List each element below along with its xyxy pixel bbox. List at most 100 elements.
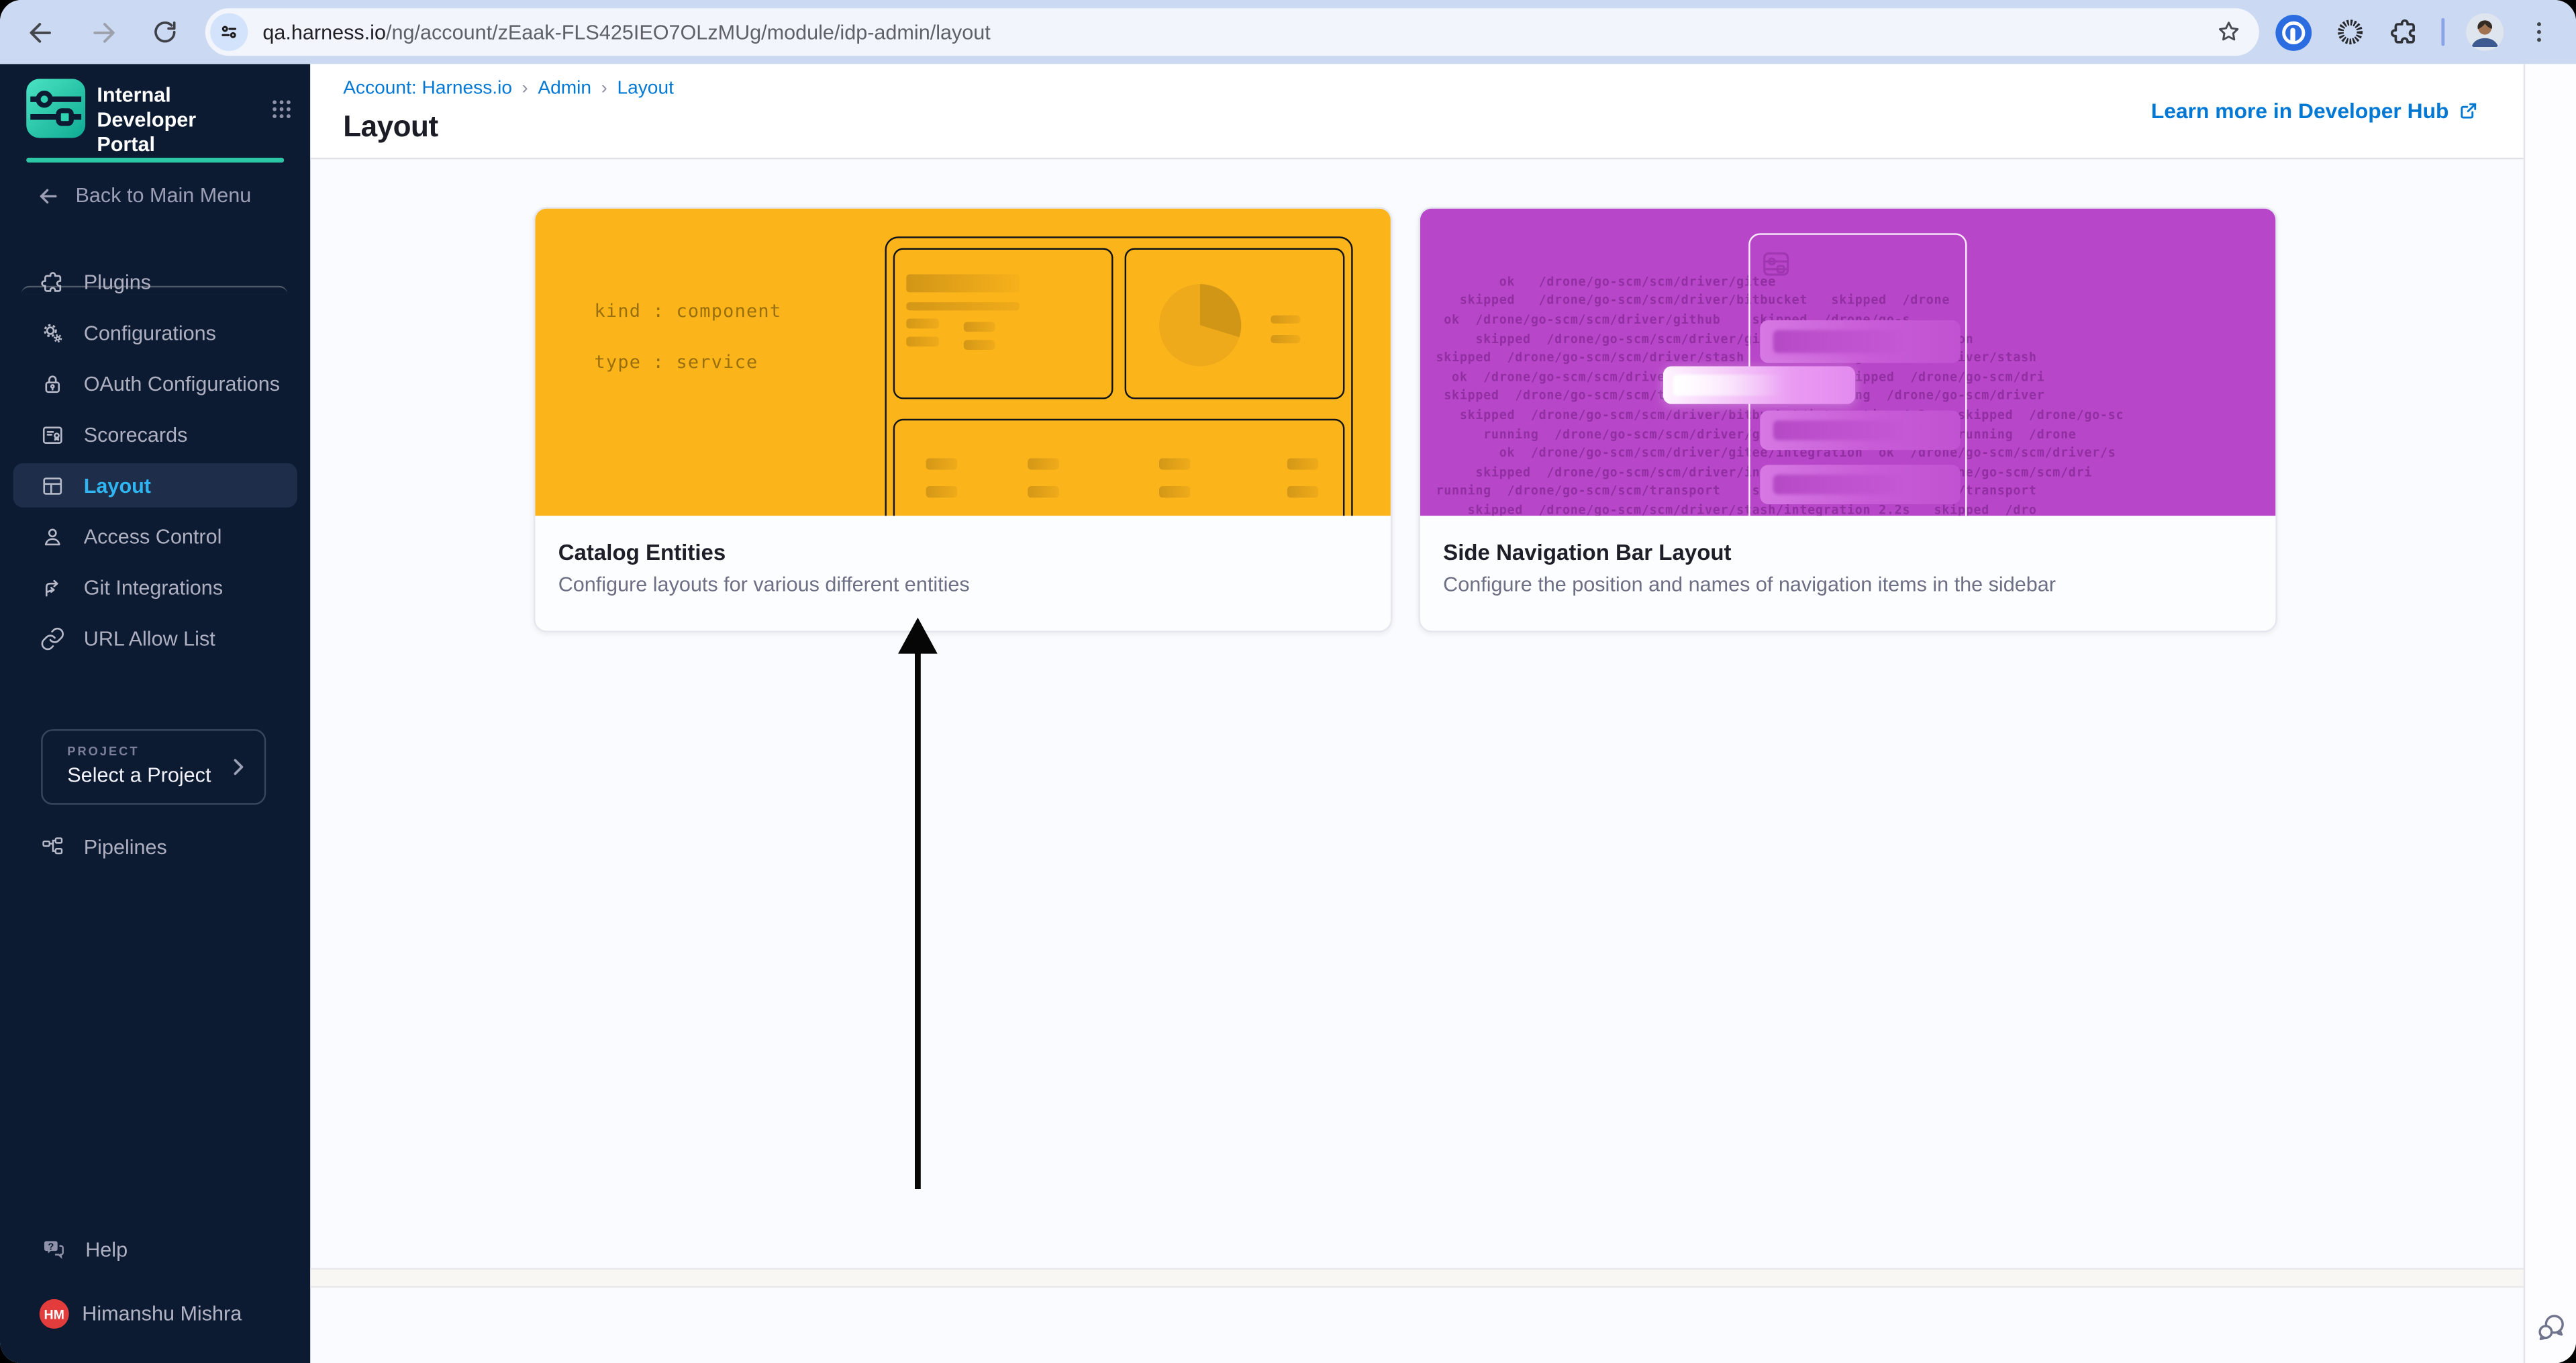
card-title: Side Navigation Bar Layout [1443, 540, 1732, 565]
mock-nav-item [1760, 465, 1961, 504]
yaml-line: type : service [594, 351, 758, 373]
breadcrumb-account[interactable]: Account: Harness.io [343, 79, 512, 98]
ghost-logo-icon [1763, 252, 1789, 276]
back-arrow-icon [40, 188, 57, 203]
sidebar-item-label: Access Control [83, 524, 222, 548]
learn-more-label: Learn more in Developer Hub [2150, 98, 2449, 124]
screen: qa.harness.io/ng/account/zEaak-FLS425IEO… [0, 0, 2576, 1363]
catalog-entities-card[interactable]: kind : component type : service Catalog … [533, 207, 1393, 632]
sidebar-nav: Plugins Configurations OAuth Configurati… [0, 256, 310, 664]
right-rail [2522, 64, 2576, 1363]
extensions-puzzle-icon[interactable] [2388, 16, 2419, 47]
sidebar-item-label: Scorecards [83, 422, 188, 446]
browser-toolbar: qa.harness.io/ng/account/zEaak-FLS425IEO… [0, 0, 2576, 64]
sidebar-item-help[interactable]: ? Help [0, 1223, 310, 1274]
password-manager-icon[interactable] [2275, 13, 2311, 50]
sidebar-item-oauth-configurations[interactable]: OAuth Configurations [0, 358, 310, 409]
chat-help-icon[interactable] [2534, 1311, 2569, 1345]
yaml-line: kind : component [594, 300, 782, 322]
browser-profile-avatar[interactable] [2466, 13, 2504, 51]
browser-menu-icon[interactable] [2525, 18, 2553, 46]
annotation-arrow-up [898, 617, 938, 1190]
sidebar-item-label: Pipelines [83, 835, 167, 859]
app-root: Internal Developer Portal Back to Main M… [0, 64, 2576, 1363]
sidebar: Internal Developer Portal Back to Main M… [0, 64, 311, 1363]
browser-extensions-area [2275, 13, 2559, 51]
sidebar-item-label: OAuth Configurations [83, 372, 281, 395]
mock-nav-item [1760, 410, 1961, 451]
breadcrumb-layout[interactable]: Layout [617, 79, 673, 98]
lock-icon [40, 371, 66, 397]
card-description: Configure layouts for various different … [558, 573, 970, 596]
git-branch-icon [40, 574, 66, 600]
side-nav-layout-card[interactable]: ok /drone/go-scm/scm/driver/gitee skippe… [1418, 207, 2277, 632]
reload-icon[interactable] [151, 18, 179, 46]
app-grid-icon[interactable] [269, 97, 294, 122]
card-title: Catalog Entities [558, 540, 726, 565]
page-title: Layout [343, 109, 438, 143]
idp-logo-icon [26, 79, 86, 138]
forward-icon[interactable] [89, 17, 118, 47]
browser-window: qa.harness.io/ng/account/zEaak-FLS425IEO… [0, 0, 2576, 1363]
sidebar-item-plugins[interactable]: Plugins [0, 256, 310, 308]
external-link-icon [2460, 103, 2475, 119]
link-icon [40, 625, 66, 651]
person-icon [40, 523, 66, 549]
help-chat-icon: ? [40, 1235, 68, 1264]
sidebar-item-layout[interactable]: Layout [0, 460, 310, 511]
chevron-right-icon [234, 759, 244, 775]
sidebar-item-label: Layout [83, 473, 152, 497]
gears-icon [40, 320, 66, 346]
toolbar-separator [2440, 17, 2445, 46]
breadcrumb-chevron-icon: › [522, 79, 528, 99]
sidebar-item-label: Git Integrations [83, 575, 224, 599]
layout-icon [40, 472, 66, 498]
url-text[interactable]: qa.harness.io/ng/account/zEaak-FLS425IEO… [262, 21, 2214, 44]
sidebar-item-url-allow-list[interactable]: URL Allow List [0, 612, 310, 663]
brand-underline [26, 157, 285, 162]
sidebar-item-access-control[interactable]: Access Control [0, 511, 310, 562]
sidebar-item-scorecards[interactable]: Scorecards [0, 409, 310, 460]
sidebar-item-label: Plugins [83, 270, 152, 293]
back-to-main-menu[interactable]: Back to Main Menu [0, 177, 310, 214]
sidenav-card-illustration: ok /drone/go-scm/scm/driver/gitee skippe… [1420, 208, 2276, 516]
mock-table-panel [893, 418, 1345, 516]
learn-more-link[interactable]: Learn more in Developer Hub [2150, 98, 2479, 124]
user-avatar: HM [39, 1299, 69, 1329]
card-description: Configure the position and names of navi… [1443, 573, 2056, 596]
svg-text:?: ? [48, 1241, 54, 1252]
address-bar[interactable]: qa.harness.io/ng/account/zEaak-FLS425IEO… [205, 8, 2259, 56]
bookmark-star-icon[interactable] [2214, 18, 2242, 46]
sidebar-help-wrap: ? Help [0, 1223, 310, 1274]
url-path: /ng/account/zEaak-FLS425IEO7OLzMUg/modul… [385, 20, 991, 44]
site-settings-icon[interactable] [210, 13, 248, 51]
back-icon[interactable] [26, 17, 56, 47]
sidebar-pipelines-wrap: Pipelines [0, 821, 310, 872]
sidebar-item-pipelines[interactable]: Pipelines [0, 821, 310, 872]
sidebar-item-label: URL Allow List [83, 626, 215, 650]
brand-row: Internal Developer Portal [26, 79, 294, 157]
project-selector[interactable]: PROJECT Select a Project [41, 729, 266, 805]
pipelines-icon [40, 833, 66, 859]
sidebar-item-git-integrations[interactable]: Git Integrations [0, 562, 310, 613]
breadcrumb: Account: Harness.io › Admin › Layout [343, 79, 674, 98]
sidenav-card-footer: Side Navigation Bar Layout Configure the… [1420, 516, 2275, 630]
user-menu[interactable]: HM Himanshu Mishra [0, 1295, 310, 1334]
mock-nav-item [1760, 320, 1961, 363]
mock-info-panel [893, 248, 1113, 399]
project-value: Select a Project [67, 763, 211, 787]
catalog-card-footer: Catalog Entities Configure layouts for v… [535, 516, 1390, 630]
project-label: PROJECT [67, 744, 140, 759]
brand-title: Internal Developer Portal [97, 83, 197, 156]
spinner-extension-icon[interactable] [2332, 15, 2367, 49]
breadcrumb-admin[interactable]: Admin [538, 79, 591, 98]
main-area: Account: Harness.io › Admin › Layout Lay… [310, 64, 2523, 1363]
sidebar-item-label: Help [85, 1237, 128, 1261]
user-name: Himanshu Mishra [82, 1302, 242, 1326]
footer-divider-band [310, 1268, 2523, 1288]
back-label: Back to Main Menu [75, 183, 252, 207]
catalog-card-illustration: kind : component type : service [535, 208, 1391, 516]
yaml-snippet: kind : component type : service [595, 301, 782, 373]
sidebar-item-configurations[interactable]: Configurations [0, 307, 310, 358]
mock-nav-item-dragged [1663, 366, 1856, 404]
